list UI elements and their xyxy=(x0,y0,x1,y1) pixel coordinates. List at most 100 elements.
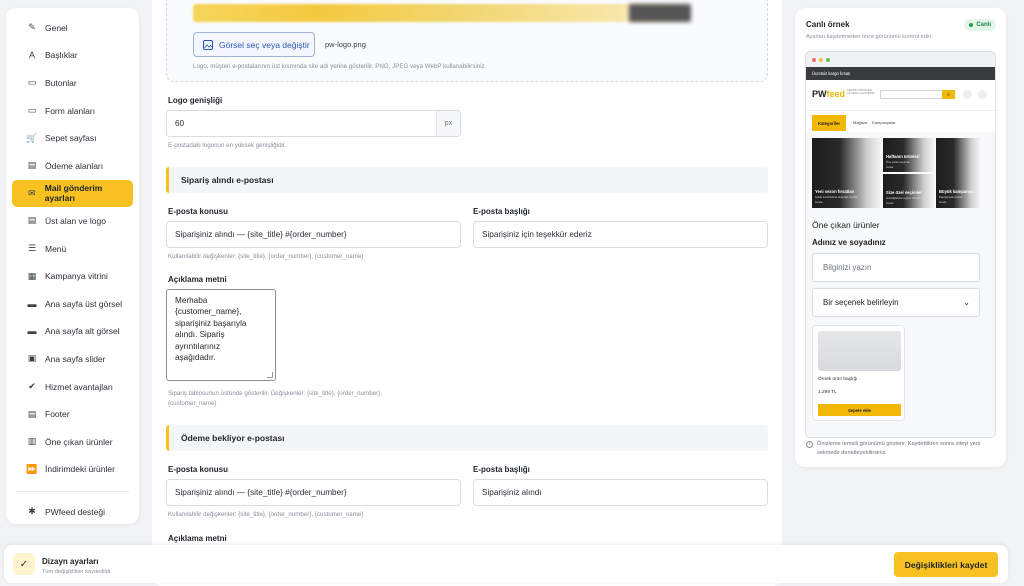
form-icon: ▭ xyxy=(27,105,37,116)
textarea-line: Merhaba xyxy=(175,296,208,305)
live-status-badge: Canlı xyxy=(964,19,996,31)
textarea-line: aşağıdadır. xyxy=(175,353,216,363)
sidebar-item-support[interactable]: ✱ PWfeed desteği xyxy=(12,498,133,526)
chevron-down-icon: ⌄ xyxy=(963,298,970,307)
sidebar-item-label: Mail gönderim ayarları xyxy=(44,183,103,204)
logo-width-label: Logo genişliği xyxy=(168,96,223,105)
resize-grip[interactable] xyxy=(267,372,273,378)
product-name: Örnek ürün başlığı xyxy=(818,377,858,382)
payment-title-value: Siparişiniz alındı xyxy=(482,488,542,497)
preview-logo: PWfeed xyxy=(812,89,845,99)
sidebar-item[interactable]: ✔ Hizmet avantajları xyxy=(12,373,133,401)
sidebar-item[interactable]: ☰ Menü xyxy=(12,235,133,263)
header-icon: ▤ xyxy=(27,215,37,226)
sidebar-item[interactable]: ✎ Genel xyxy=(12,14,133,42)
payment-subject-label: E-posta konusu xyxy=(168,465,229,474)
sidebar-item[interactable]: ▤ Ödeme alanları xyxy=(12,152,133,180)
save-changes-button[interactable]: Değişiklikleri kaydet xyxy=(894,552,998,577)
payment-vars-hint: Kullanılabilir değişkenler: {site_title}… xyxy=(168,511,364,518)
preview-product-card: Örnek ürün başlığı 1.299 TL Sepete ekle xyxy=(812,325,905,421)
sidebar-item[interactable]: ▣ Ana sayfa slider xyxy=(12,345,133,373)
order-desc-hint-2: {customer_name} xyxy=(168,400,217,407)
sidebar-item-label: Üst alan ve logo xyxy=(45,215,106,226)
order-title-input[interactable]: Siparişiniz için teşekkür ederiz xyxy=(473,221,768,248)
textarea-line: alındı. Sipariş xyxy=(175,330,225,340)
sidebar-item[interactable]: ▥ Öne çıkan ürünler xyxy=(12,428,133,456)
image-icon xyxy=(203,39,213,50)
order-subject-input[interactable]: Siparişiniz alındı — {site_title} #{orde… xyxy=(166,221,461,248)
settings-sidebar: ✎ Genel A Başlıklar ▭ Butonlar ▭ Form alanları 🛒… xyxy=(6,8,139,524)
sidebar-item[interactable]: ⏩ İndirimdeki ürünler xyxy=(12,456,133,484)
preview-select-placeholder: Bir seçenek belirleyin xyxy=(823,298,899,307)
image-icon: ▬ xyxy=(27,326,37,337)
order-desc-label: Açıklama metni xyxy=(168,275,227,284)
payment-desc-label: Açıklama metni xyxy=(168,534,227,543)
sidebar-item[interactable]: ▭ Form alanları xyxy=(12,97,133,125)
sidebar-item[interactable]: ▤ Footer xyxy=(12,400,133,428)
payment-subject-input[interactable]: Siparişiniz alındı — {site_title} #{orde… xyxy=(166,479,461,506)
preview-nav-campaigns: Kampanyalar xyxy=(872,120,896,125)
product-price: 1.299 TL xyxy=(818,390,837,395)
save-bar-title: Dizayn ayarları xyxy=(42,557,99,566)
live-preview-panel: Canlı örnek Ayarları kaydetmeden önce gö… xyxy=(795,8,1006,467)
textarea-line: {customer_name}, xyxy=(175,307,242,317)
order-desc-textarea[interactable]: Merhaba {customer_name}, siparişiniz başar… xyxy=(166,289,276,381)
sidebar-item-label: Menü xyxy=(45,243,67,254)
sidebar-item-label: İndirimdeki ürünler xyxy=(45,464,115,475)
logo-preview-image xyxy=(193,4,693,22)
sidebar-item-label: Ana sayfa üst görsel xyxy=(45,298,123,309)
order-subject-label: E-posta konusu xyxy=(168,207,229,216)
save-bar: ✓ Dizayn ayarları Tüm değişiklikler kayd… xyxy=(4,545,1008,583)
window-maximize-dot-icon xyxy=(826,57,830,62)
preview-search-icon: ⌕ xyxy=(942,90,955,99)
preview-top-bar: Ücretsiz kargo fırsatı xyxy=(806,67,995,80)
menu-icon: ☰ xyxy=(27,243,37,254)
preview-account-icon xyxy=(963,90,972,99)
button-icon: ▭ xyxy=(27,77,37,88)
sidebar-item-label: Footer xyxy=(45,409,70,420)
order-title-value: Siparişiniz için teşekkür ederiz xyxy=(482,230,592,239)
preview-logo-tagline: SEÇKİN ÜRÜNLER GÜVENLİ ALIŞVERİŞ xyxy=(847,88,875,96)
sidebar-divider xyxy=(16,491,129,493)
payment-title-input[interactable]: Siparişiniz alındı xyxy=(473,479,768,506)
preview-name-label: Adınız ve soyadınız xyxy=(812,238,886,247)
logo-main-text: PW xyxy=(812,89,827,99)
sidebar-item[interactable]: ▦ Kampanya vitrini xyxy=(12,262,133,290)
cart-icon: 🛒 xyxy=(26,132,38,143)
logo-preview-image-dark xyxy=(629,4,691,22)
check-circle-icon: ✔ xyxy=(28,381,36,392)
preview-nav: Kategoriler Mağaza Kampanyalar xyxy=(806,110,995,132)
logo-width-unit: px xyxy=(436,111,460,136)
hero-sub: Günlüğünüze uygun ürünler xyxy=(886,196,921,200)
preview-cart-icon xyxy=(978,90,987,99)
preview-subtitle: Ayarları kaydetmeden önce görünümü kontr… xyxy=(806,34,933,40)
preview-hero-4: Büyük kampanya Kampanyalı ürünler İncele xyxy=(936,138,980,208)
sidebar-item[interactable]: ▭ Butonlar xyxy=(12,69,133,97)
hero-cta: İncele xyxy=(886,201,894,205)
sidebar-item[interactable]: ▬ Ana sayfa alt görsel xyxy=(12,318,133,346)
preview-hero-1: Yeni sezon fırsatları Çoklu kombinlerle … xyxy=(812,138,881,208)
order-received-section-heading: Sipariş alındı e-postası xyxy=(166,167,768,193)
hero-cta: İncele xyxy=(815,200,823,204)
logo-width-value: 60 xyxy=(175,119,185,128)
preview-search-input xyxy=(880,90,945,99)
sidebar-item[interactable]: ✉ Mail gönderim ayarları xyxy=(12,179,133,208)
sidebar-item[interactable]: ▬ Ana sayfa üst görsel xyxy=(12,290,133,318)
preview-title: Canlı örnek xyxy=(806,20,850,29)
hero-sub: Çoklu kombinlerle avantajlı fiyatlar xyxy=(815,195,858,199)
info-icon: i xyxy=(806,441,813,448)
sidebar-item-label: Başlıklar xyxy=(45,50,78,61)
payment-subject-value: Siparişiniz alındı — {site_title} #{orde… xyxy=(175,488,347,497)
sidebar-item[interactable]: A Başlıklar xyxy=(12,42,133,70)
product-image-placeholder xyxy=(818,331,901,371)
sidebar-item[interactable]: 🛒 Sepet sayfası xyxy=(12,124,133,152)
logo-hint: Logo, müşteri e-postalarının üst kısmınd… xyxy=(193,63,487,70)
sidebar-item-label: Form alanları xyxy=(45,105,96,116)
payment-pending-section-heading: Ödeme bekliyor e-postası xyxy=(166,425,768,451)
sidebar-item[interactable]: ▤ Üst alan ve logo xyxy=(12,207,133,235)
choose-image-button[interactable]: Görsel seç veya değiştir xyxy=(193,32,315,57)
main-settings-panel: Görsel seç veya değiştir pw-logo.png Log… xyxy=(152,0,782,586)
sidebar-item-label: Ana sayfa alt görsel xyxy=(45,326,120,337)
logo-width-input[interactable]: 60 px xyxy=(166,110,461,137)
bag-icon: ▥ xyxy=(27,436,37,447)
